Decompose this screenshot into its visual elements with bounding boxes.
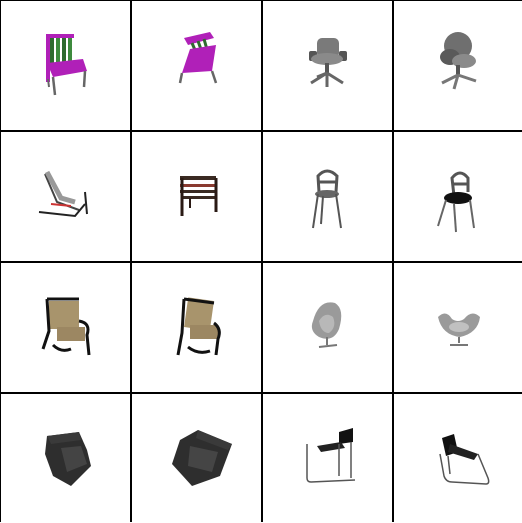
slatted-wooden-chair-icon — [180, 176, 218, 216]
thumbnail-cell[interactable] — [132, 394, 261, 523]
thumbnail-cell[interactable] — [1, 394, 130, 523]
thumbnail-cell[interactable] — [394, 132, 522, 261]
thumbnail-cell[interactable] — [1, 132, 130, 261]
thumbnail-cell[interactable] — [394, 394, 522, 523]
woven-armchair-rotated-icon — [176, 297, 221, 356]
spindle-back-chair-magenta-green-tilted-icon — [178, 32, 218, 84]
thumbnail-cell[interactable] — [394, 263, 522, 392]
thumbnail-cell[interactable] — [132, 1, 261, 130]
egg-chair-grey-front-icon — [438, 313, 480, 346]
thumbnail-cell[interactable] — [1, 263, 130, 392]
office-swivel-chair-grey-icon — [309, 38, 347, 87]
bentwood-side-chair-grey-icon — [312, 169, 342, 229]
thumbnail-cell[interactable] — [1, 1, 130, 130]
egg-chair-grey-icon — [311, 302, 342, 348]
thumbnail-cell[interactable] — [132, 132, 261, 261]
cube-armchair-dark-rotated-icon — [172, 430, 232, 486]
thumbnail-cell[interactable] — [263, 132, 392, 261]
cantilever-tube-chair-rotated-icon — [439, 434, 490, 485]
spindle-back-chair-magenta-green-icon — [46, 34, 87, 96]
thumbnail-cell[interactable] — [263, 394, 392, 523]
thumbnail-cell[interactable] — [394, 1, 522, 130]
thumbnail-cell[interactable] — [263, 263, 392, 392]
thumbnail-cell[interactable] — [263, 1, 392, 130]
woven-armchair-icon — [41, 297, 91, 356]
thumbnail-cell[interactable] — [132, 263, 261, 392]
cantilever-tube-chair-icon — [306, 428, 356, 483]
thumbnail-grid — [0, 0, 522, 523]
cube-armchair-dark-icon — [45, 432, 91, 486]
office-swivel-chair-grey-rear-icon — [440, 32, 477, 90]
sling-lounge-chair-icon — [38, 170, 88, 218]
bentwood-side-chair-black-seat-icon — [437, 171, 475, 233]
